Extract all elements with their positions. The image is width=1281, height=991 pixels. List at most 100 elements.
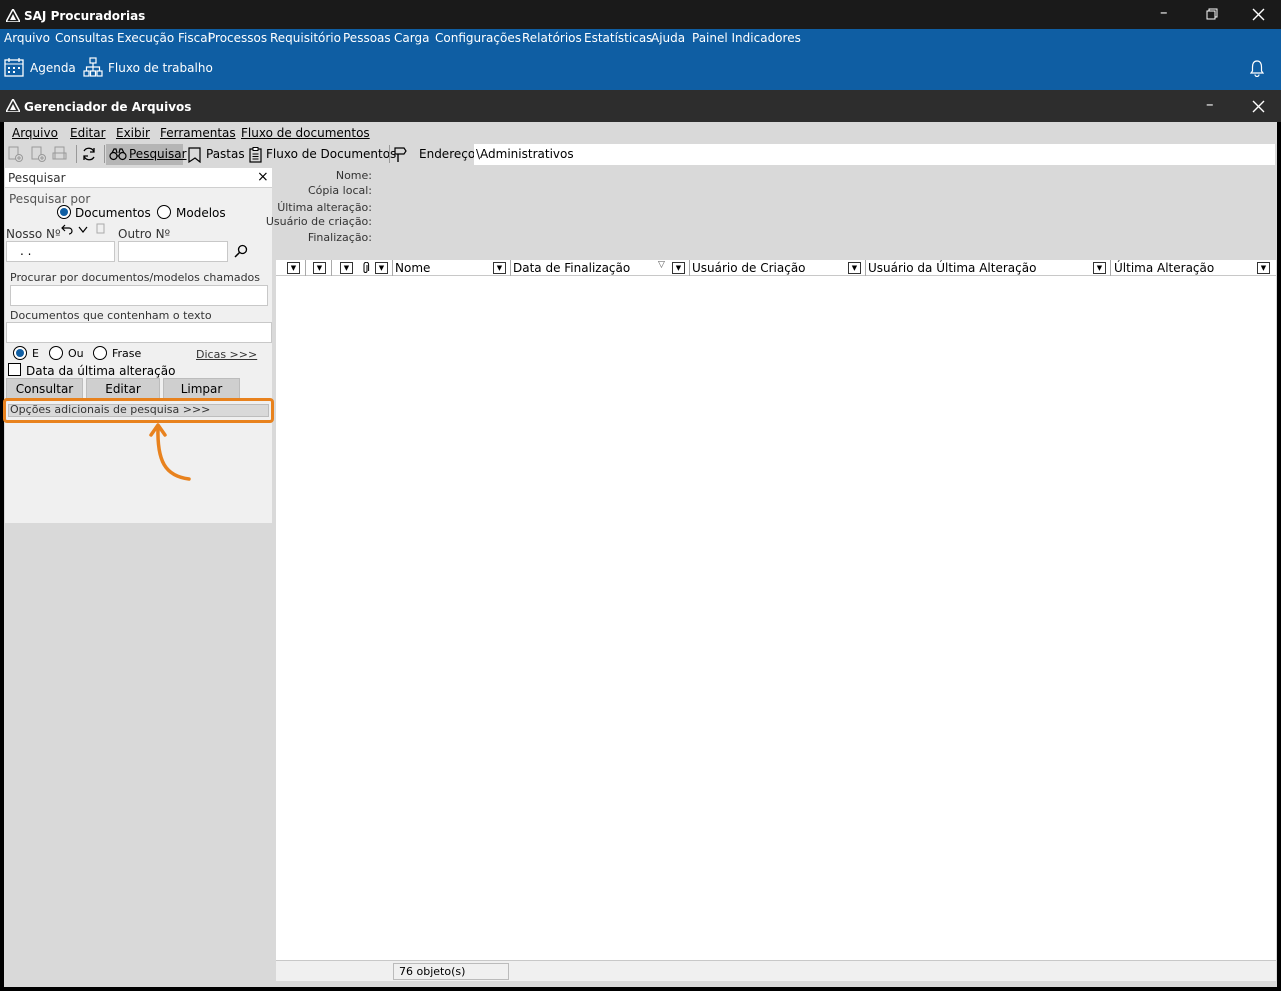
workflow-button[interactable]: Fluxo de trabalho bbox=[83, 56, 213, 80]
submenu-arquivo[interactable]: Arquivo bbox=[12, 126, 58, 140]
column-filter-button[interactable]: ▼ bbox=[340, 262, 353, 274]
other-number-input[interactable] bbox=[118, 241, 228, 262]
our-number-input[interactable]: . . bbox=[6, 241, 115, 262]
close-button[interactable] bbox=[1252, 8, 1265, 21]
more-options-link[interactable]: Opções adicionais de pesquisa >>> bbox=[8, 403, 269, 417]
address-field[interactable]: \Administrativos bbox=[474, 144, 1275, 165]
address-label: Endereço bbox=[419, 147, 476, 161]
radio-or-label: Ou bbox=[68, 347, 84, 360]
menu-carga[interactable]: Carga bbox=[394, 31, 429, 45]
menu-requisitorio[interactable]: Requisitório bbox=[270, 31, 341, 45]
file-manager-window: Arquivo Editar Exibir Ferramentas Fluxo … bbox=[3, 122, 1277, 987]
workflow-label: Fluxo de trabalho bbox=[108, 61, 213, 75]
clipboard-icon bbox=[249, 147, 262, 163]
status-bar: 76 objeto(s) bbox=[276, 960, 1276, 981]
column-header-last-change-user[interactable]: Usuário da Última Alteração bbox=[868, 261, 1036, 275]
name-search-input[interactable] bbox=[10, 285, 268, 306]
submenu-ferramentas[interactable]: Ferramentas bbox=[160, 126, 236, 140]
column-creator-filter-button[interactable]: ▼ bbox=[848, 262, 861, 274]
refresh-icon[interactable] bbox=[81, 146, 97, 162]
new-folder-icon[interactable] bbox=[30, 146, 46, 162]
last-change-date-checkbox[interactable] bbox=[8, 363, 21, 376]
search-icon[interactable] bbox=[234, 244, 248, 258]
other-number-label: Outro Nº bbox=[118, 227, 171, 241]
search-panel-header: Pesquisar × bbox=[5, 168, 272, 188]
subwindow-toolbar: Pesquisar Pastas Fluxo de Documentos End… bbox=[4, 143, 1277, 166]
search-toggle-button[interactable]: Pesquisar bbox=[106, 144, 187, 165]
search-panel-close-icon[interactable]: × bbox=[257, 169, 269, 185]
radio-documents[interactable] bbox=[57, 205, 71, 219]
folders-label: Pastas bbox=[206, 147, 245, 161]
column-filter-button[interactable]: ▼ bbox=[375, 262, 388, 274]
detail-finalization-label: Finalização: bbox=[307, 231, 372, 244]
column-finalization-filter-button[interactable]: ▼ bbox=[672, 262, 685, 274]
undo-icon[interactable] bbox=[61, 224, 73, 235]
radio-phrase-label: Frase bbox=[112, 347, 142, 360]
name-search-label: Procurar por documentos/modelos chamados bbox=[10, 271, 261, 284]
workflow-icon bbox=[83, 57, 103, 77]
signpost-icon bbox=[394, 147, 407, 162]
arrow-annotation-icon bbox=[149, 423, 191, 481]
menu-processos[interactable]: Processos bbox=[208, 31, 267, 45]
menu-ajuda[interactable]: Ajuda bbox=[651, 31, 685, 45]
detail-name-label: Nome: bbox=[335, 169, 372, 182]
radio-models[interactable] bbox=[157, 205, 171, 219]
minimize-button[interactable]: – bbox=[1160, 5, 1168, 20]
menu-pessoas[interactable]: Pessoas bbox=[343, 31, 391, 45]
column-name-filter-button[interactable]: ▼ bbox=[493, 262, 506, 274]
address-value: \Administrativos bbox=[476, 147, 574, 161]
document-flow-button[interactable]: Fluxo de Documentos bbox=[247, 144, 396, 165]
menu-execucao-fiscal[interactable]: Execução Fiscal bbox=[117, 31, 211, 45]
column-header-creator[interactable]: Usuário de Criação bbox=[692, 261, 806, 275]
detail-local-copy-label: Cópia local: bbox=[307, 184, 372, 197]
submenu-editar[interactable]: Editar bbox=[70, 126, 106, 140]
search-by-label: Pesquisar por bbox=[9, 192, 91, 206]
our-number-label: Nosso Nº bbox=[6, 227, 61, 241]
column-last-change-user-filter-button[interactable]: ▼ bbox=[1093, 262, 1106, 274]
menu-relatorios[interactable]: Relatórios bbox=[522, 31, 582, 45]
tips-link[interactable]: Dicas >>> bbox=[196, 348, 257, 361]
submenu-fluxo-documentos[interactable]: Fluxo de documentos bbox=[241, 126, 370, 140]
column-header-finalization-date[interactable]: Data de Finalização bbox=[513, 261, 630, 275]
bell-icon[interactable] bbox=[1250, 60, 1264, 77]
menu-estatisticas[interactable]: Estatísticas bbox=[584, 31, 652, 45]
restore-button[interactable] bbox=[1206, 8, 1218, 20]
toolbar-separator bbox=[389, 145, 390, 163]
clear-button[interactable]: Limpar bbox=[163, 378, 240, 400]
radio-documents-label: Documentos bbox=[75, 206, 151, 220]
radio-models-label: Modelos bbox=[176, 206, 226, 220]
text-search-input[interactable] bbox=[6, 322, 272, 343]
last-change-date-label: Data da última alteração bbox=[26, 364, 176, 378]
radio-or[interactable] bbox=[49, 346, 63, 360]
menu-consultas[interactable]: Consultas bbox=[55, 31, 114, 45]
radio-phrase[interactable] bbox=[93, 346, 107, 360]
detail-last-change-label: Última alteração: bbox=[277, 201, 372, 214]
subwindow-close-button[interactable] bbox=[1252, 100, 1265, 113]
edit-button[interactable]: Editar bbox=[86, 378, 160, 400]
folders-button[interactable]: Pastas bbox=[186, 144, 245, 165]
agenda-button[interactable]: Agenda bbox=[4, 56, 76, 80]
chevron-down-icon[interactable] bbox=[78, 226, 88, 234]
print-icon[interactable] bbox=[52, 146, 68, 162]
menu-arquivo[interactable]: Arquivo bbox=[4, 31, 50, 45]
folders-icon bbox=[188, 147, 201, 163]
object-count: 76 objeto(s) bbox=[399, 965, 466, 978]
submenu-exibir[interactable]: Exibir bbox=[116, 126, 150, 140]
subwindow-minimize-button[interactable]: – bbox=[1206, 97, 1214, 112]
app-logo-icon bbox=[6, 9, 20, 22]
query-button[interactable]: Consultar bbox=[6, 378, 83, 400]
column-header-name[interactable]: Nome bbox=[395, 261, 430, 275]
our-number-value: . . bbox=[20, 244, 32, 258]
column-header-last-change[interactable]: Última Alteração bbox=[1114, 261, 1214, 275]
column-filter-button[interactable]: ▼ bbox=[287, 262, 300, 274]
search-toggle-label: Pesquisar bbox=[129, 147, 187, 161]
text-search-label: Documentos que contenham o texto bbox=[10, 309, 212, 322]
new-document-icon[interactable] bbox=[7, 146, 23, 162]
menu-painel-indicadores[interactable]: Painel Indicadores bbox=[692, 31, 801, 45]
subwindow-logo-icon bbox=[6, 99, 20, 112]
menu-configuracoes[interactable]: Configurações bbox=[435, 31, 521, 45]
main-menu: Arquivo Consultas Execução Fiscal Proces… bbox=[0, 29, 1281, 50]
column-last-change-filter-button[interactable]: ▼ bbox=[1257, 262, 1270, 274]
column-filter-button[interactable]: ▼ bbox=[313, 262, 326, 274]
radio-and[interactable] bbox=[13, 346, 27, 360]
